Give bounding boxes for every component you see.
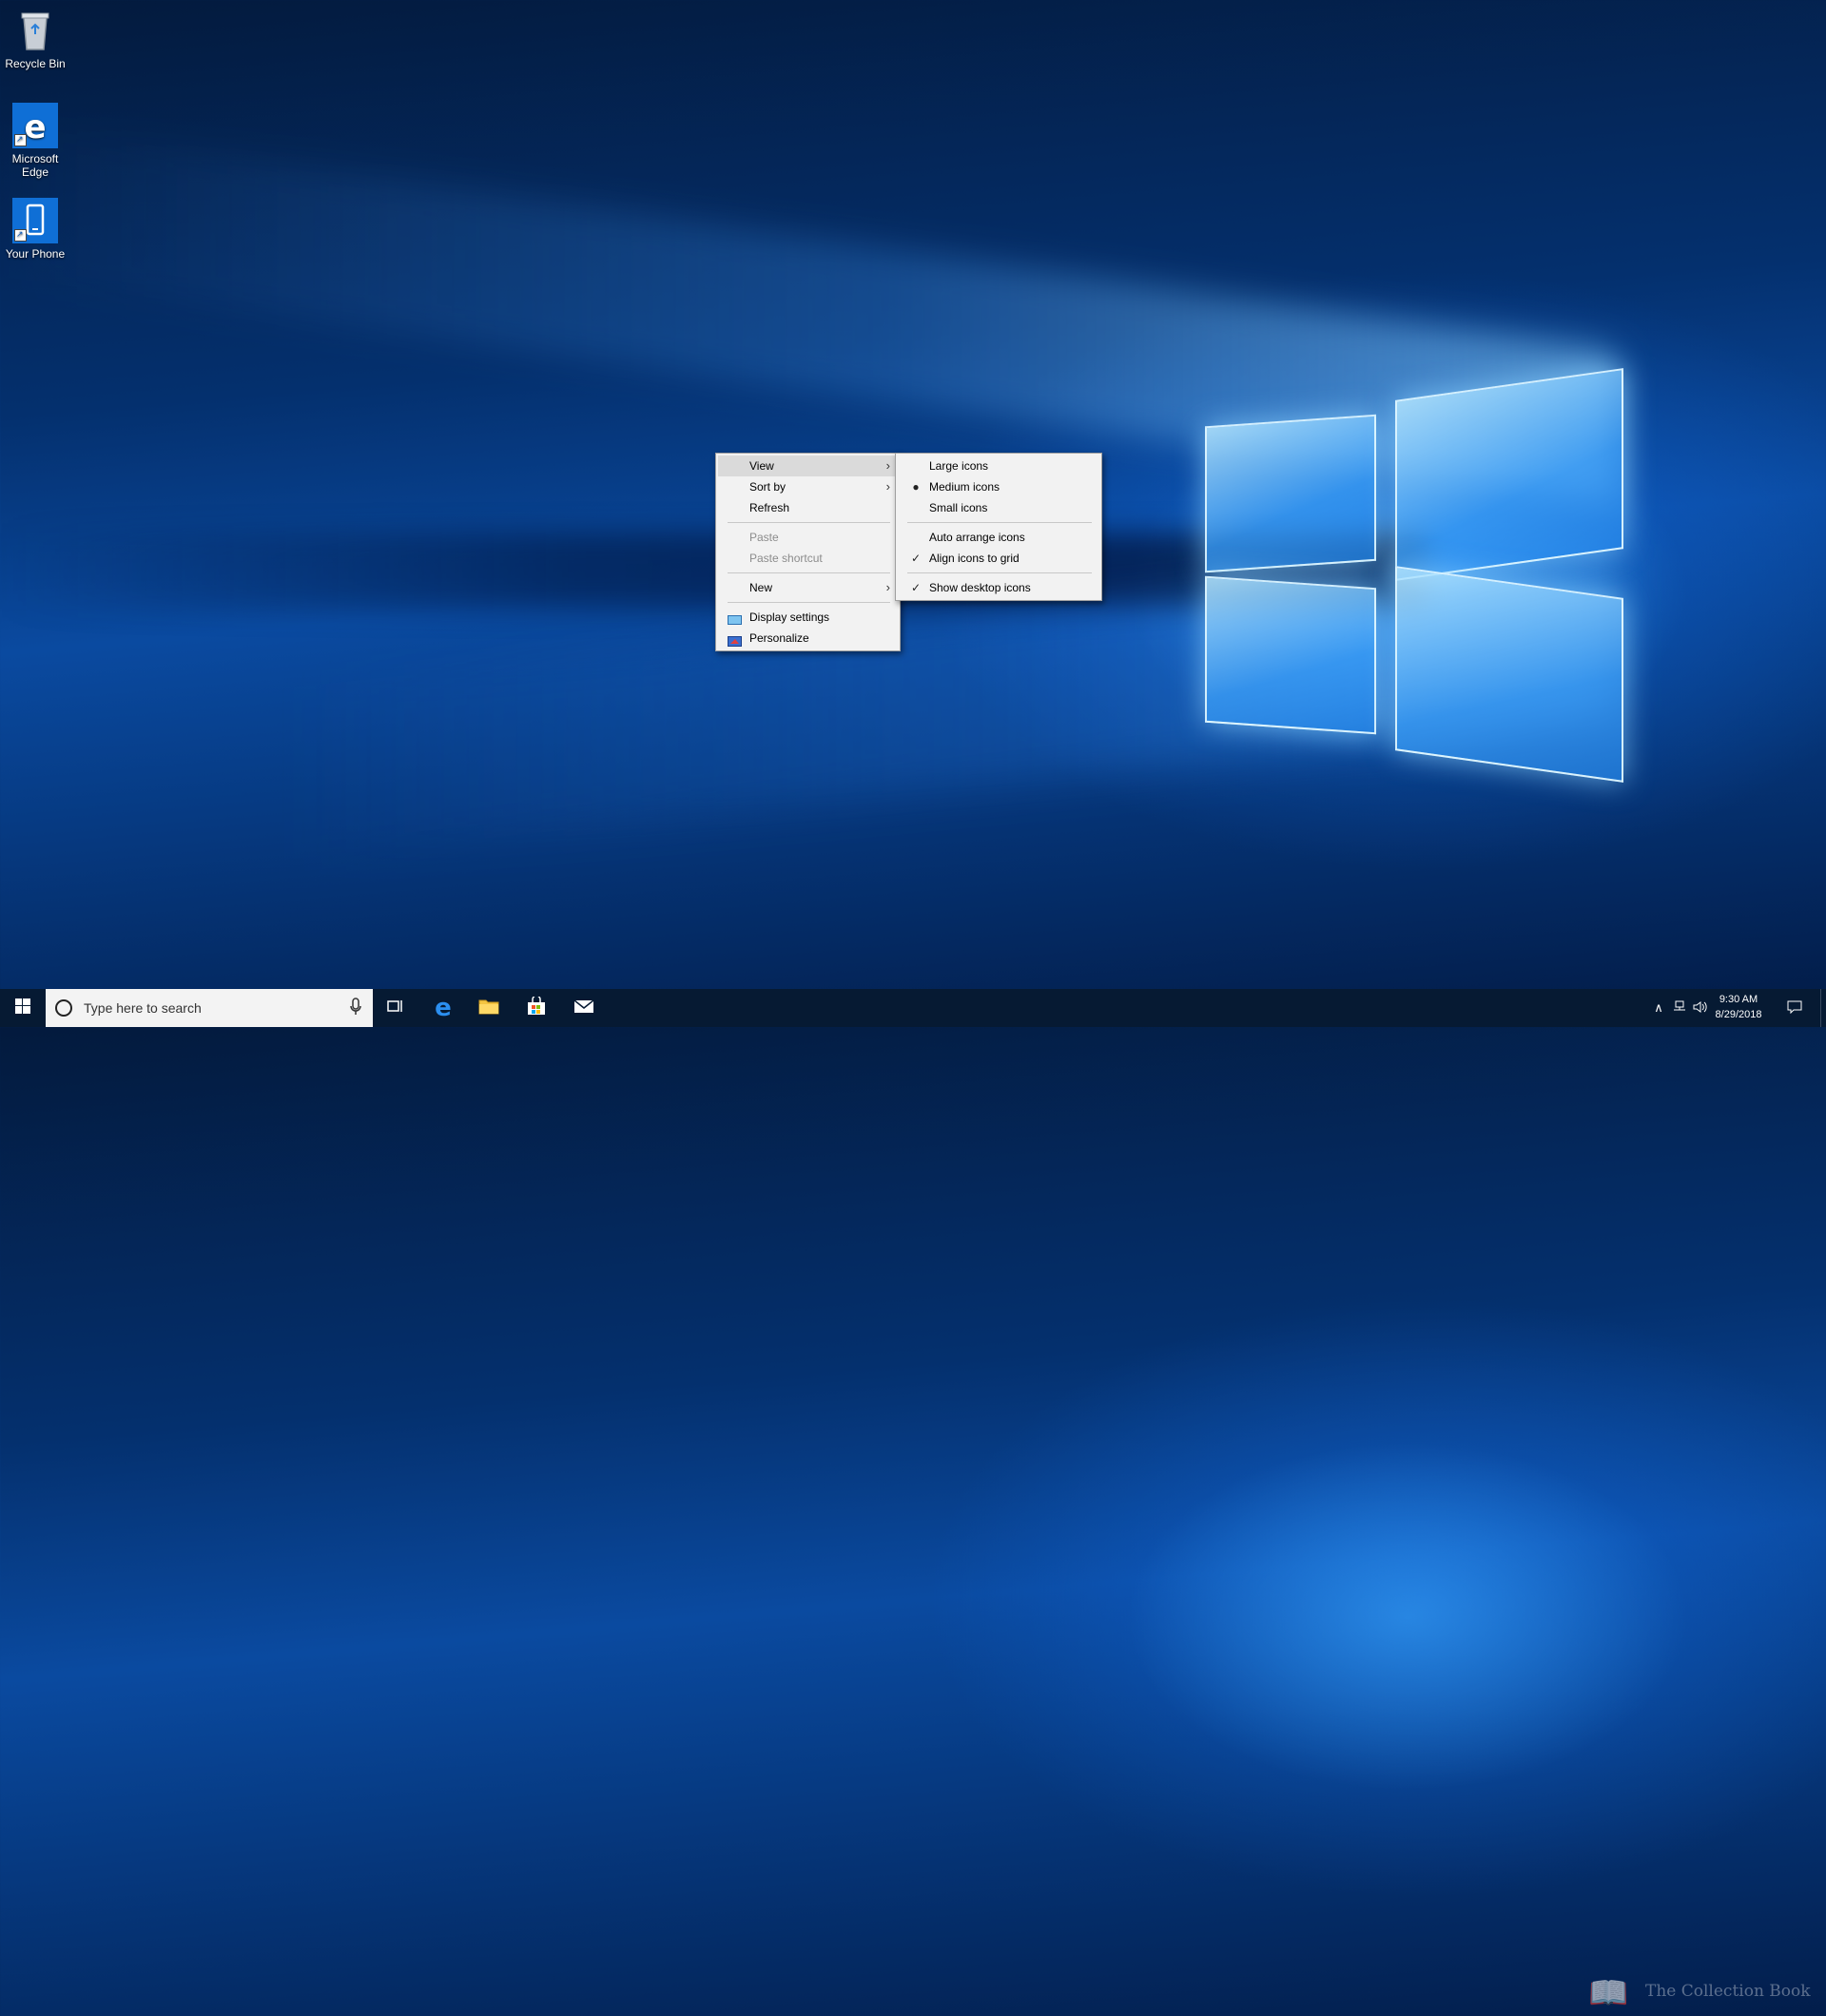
watermark-text: The Collection Book [1645, 1982, 1811, 2001]
menu-item-refresh[interactable]: Refresh [718, 497, 898, 518]
shortcut-arrow-icon [14, 227, 27, 242]
desktop-icon-label: Recycle Bin [5, 57, 66, 70]
store-icon [526, 994, 547, 1020]
edge-icon: e [435, 994, 452, 1022]
menu-item-label: Show desktop icons [929, 581, 1031, 594]
volume-button[interactable] [1691, 989, 1710, 1027]
file-explorer-icon [478, 998, 499, 1019]
show-desktop-button[interactable] [1820, 989, 1826, 1027]
notification-icon [1787, 1000, 1802, 1017]
menu-item-label: Paste [749, 531, 779, 544]
taskbar-clock[interactable]: 9:30 AM 8/29/2018 [1708, 992, 1769, 1022]
taskbar: Type here to search e 📖 The Collection B… [0, 989, 1826, 2011]
chevron-right-icon: › [885, 479, 890, 494]
menu-item-label: Paste shortcut [749, 552, 823, 565]
view-submenu: Large icons ● Medium icons Small icons A… [895, 453, 1102, 601]
menu-item-personalize[interactable]: Personalize [718, 628, 898, 649]
personalize-icon [728, 632, 742, 647]
watermark-book-icon: 📖 [1588, 1975, 1629, 2011]
watermark: 📖 The Collection Book [1586, 1968, 1815, 2016]
windows-logo-icon [15, 998, 30, 1018]
menu-item-label: Display settings [749, 611, 830, 624]
desktop-icon-label: Your Phone [5, 247, 66, 261]
chevron-up-icon: ∧ [1654, 1000, 1663, 1015]
taskbar-store-button[interactable] [514, 989, 559, 1027]
menu-item-label: Small icons [929, 501, 988, 514]
chevron-right-icon: › [885, 580, 890, 594]
task-view-icon [387, 998, 404, 1018]
windows-logo-wallpaper [1194, 361, 1631, 789]
menu-item-label: Auto arrange icons [929, 531, 1025, 544]
menu-item-label: View [749, 459, 774, 473]
clock-date: 8/29/2018 [1715, 1009, 1762, 1020]
menu-item-label: Sort by [749, 480, 787, 494]
menu-item-new[interactable]: New › [718, 577, 898, 598]
checkmark-icon: ✓ [910, 581, 922, 594]
wallpaper-light-beam [0, 124, 1617, 504]
taskbar-file-explorer-button[interactable] [466, 989, 512, 1027]
clock-time: 9:30 AM [1719, 994, 1758, 1005]
desktop-context-menu: View › Sort by › Refresh Paste Paste sho… [715, 453, 901, 651]
taskbar-search-box[interactable]: Type here to search [46, 989, 373, 1027]
submenu-item-medium-icons[interactable]: ● Medium icons [898, 476, 1099, 497]
wallpaper-shadow-band [0, 533, 1427, 609]
desktop-icon-microsoft-edge[interactable]: e Microsoft Edge [2, 103, 68, 179]
taskbar-edge-button[interactable]: e [420, 989, 466, 1027]
task-view-button[interactable] [373, 989, 418, 1027]
menu-item-view[interactable]: View › [718, 456, 898, 476]
menu-item-display-settings[interactable]: Display settings [718, 607, 898, 628]
network-icon [1672, 1000, 1687, 1017]
submenu-item-align-grid[interactable]: ✓ Align icons to grid [898, 548, 1099, 569]
desktop-icon-label: Microsoft Edge [11, 152, 59, 179]
shortcut-arrow-icon [14, 132, 27, 146]
submenu-item-large-icons[interactable]: Large icons [898, 456, 1099, 476]
display-icon [728, 611, 742, 625]
action-center-button[interactable] [1778, 989, 1811, 1027]
taskbar-mail-button[interactable] [561, 989, 607, 1027]
menu-separator [728, 602, 890, 603]
menu-item-label: Medium icons [929, 480, 1000, 494]
checkmark-icon: ✓ [910, 552, 922, 565]
menu-separator [907, 522, 1092, 523]
cortana-icon [55, 999, 72, 1017]
submenu-item-show-desktop-icons[interactable]: ✓ Show desktop icons [898, 577, 1099, 598]
svg-text:e: e [24, 108, 46, 146]
submenu-item-auto-arrange[interactable]: Auto arrange icons [898, 527, 1099, 548]
phone-icon [12, 198, 58, 243]
menu-item-paste: Paste [718, 527, 898, 548]
menu-item-label: Large icons [929, 459, 989, 473]
volume-icon [1693, 1000, 1708, 1017]
menu-separator [907, 572, 1092, 573]
edge-icon: e [12, 103, 58, 148]
start-button[interactable] [0, 989, 46, 1027]
menu-item-paste-shortcut: Paste shortcut [718, 548, 898, 569]
desktop-icon-recycle-bin[interactable]: Recycle Bin [2, 8, 68, 70]
menu-item-label: Refresh [749, 501, 790, 514]
menu-item-label: Align icons to grid [929, 552, 1020, 565]
microphone-icon[interactable] [350, 998, 361, 1021]
menu-item-sort-by[interactable]: Sort by › [718, 476, 898, 497]
menu-item-label: New [749, 581, 773, 594]
desktop-icon-your-phone[interactable]: Your Phone [2, 198, 68, 261]
menu-separator [728, 522, 890, 523]
menu-item-label: Personalize [749, 631, 809, 645]
search-placeholder: Type here to search [84, 1000, 202, 1016]
menu-separator [728, 572, 890, 573]
network-button[interactable] [1670, 989, 1689, 1027]
radio-bullet-icon: ● [912, 480, 920, 494]
recycle-bin-icon [12, 8, 58, 53]
mail-icon [573, 998, 594, 1018]
submenu-item-small-icons[interactable]: Small icons [898, 497, 1099, 518]
chevron-right-icon: › [885, 458, 890, 473]
show-hidden-icons-button[interactable]: ∧ [1649, 989, 1668, 1027]
